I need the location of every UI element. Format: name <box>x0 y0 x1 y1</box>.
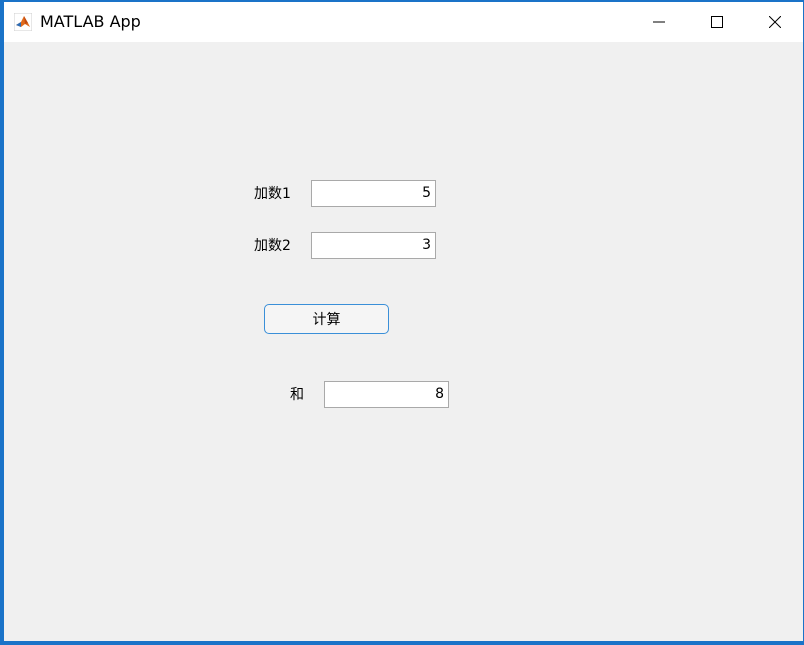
calculate-button[interactable]: 计算 <box>264 304 389 334</box>
close-button[interactable] <box>746 2 804 42</box>
sum-label: 和 <box>290 387 304 403</box>
app-window: MATLAB App 加数1 5 加数2 3 计算 和 8 <box>0 0 804 645</box>
minimize-icon <box>653 21 665 23</box>
maximize-icon <box>711 16 723 28</box>
addend1-input[interactable]: 5 <box>311 180 436 207</box>
minimize-button[interactable] <box>630 2 688 42</box>
close-icon <box>769 16 781 28</box>
addend1-label: 加数1 <box>254 186 291 202</box>
matlab-logo-icon <box>14 13 32 31</box>
maximize-button[interactable] <box>688 2 746 42</box>
sum-output[interactable]: 8 <box>324 381 449 408</box>
window-title: MATLAB App <box>40 12 141 31</box>
title-bar[interactable]: MATLAB App <box>4 2 803 42</box>
addend2-input[interactable]: 3 <box>311 232 436 259</box>
addend2-label: 加数2 <box>254 238 291 254</box>
